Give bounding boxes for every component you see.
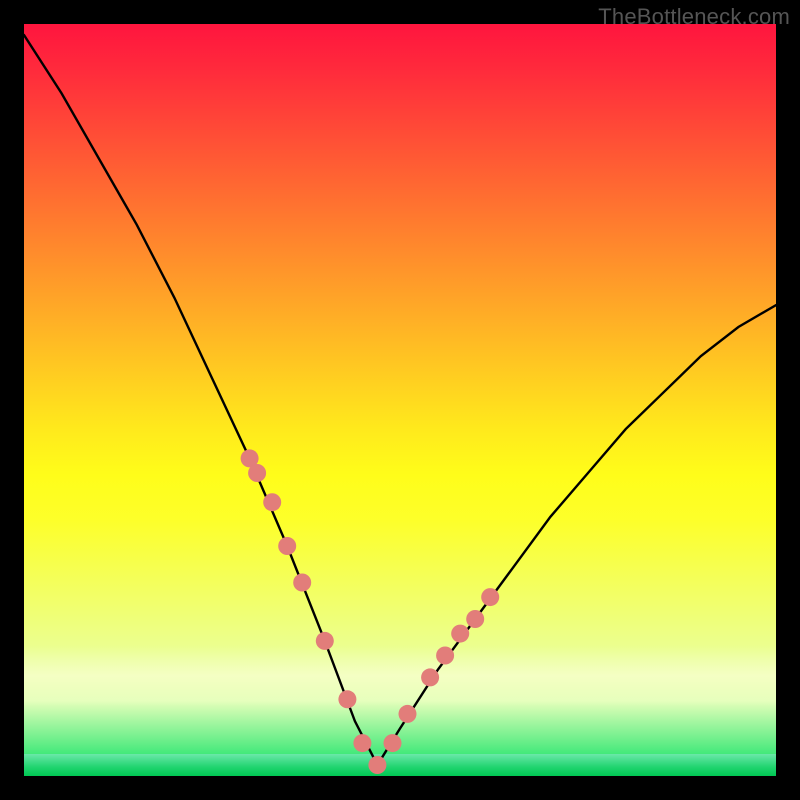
bottleneck-curve [24,24,776,776]
marker-dot [338,690,356,708]
chart-frame: TheBottleneck.com [0,0,800,800]
plot-area [24,24,776,776]
marker-group [241,449,500,774]
marker-dot [451,625,469,643]
marker-dot [263,493,281,511]
marker-dot [353,734,371,752]
marker-dot [368,756,386,774]
marker-dot [316,632,334,650]
marker-dot [421,668,439,686]
marker-dot [278,537,296,555]
attribution-text: TheBottleneck.com [598,4,790,30]
marker-dot [384,734,402,752]
marker-dot [248,464,266,482]
marker-dot [481,588,499,606]
marker-dot [436,647,454,665]
marker-dot [293,574,311,592]
marker-dot [399,705,417,723]
marker-dot [466,610,484,628]
curve-line [24,35,776,765]
